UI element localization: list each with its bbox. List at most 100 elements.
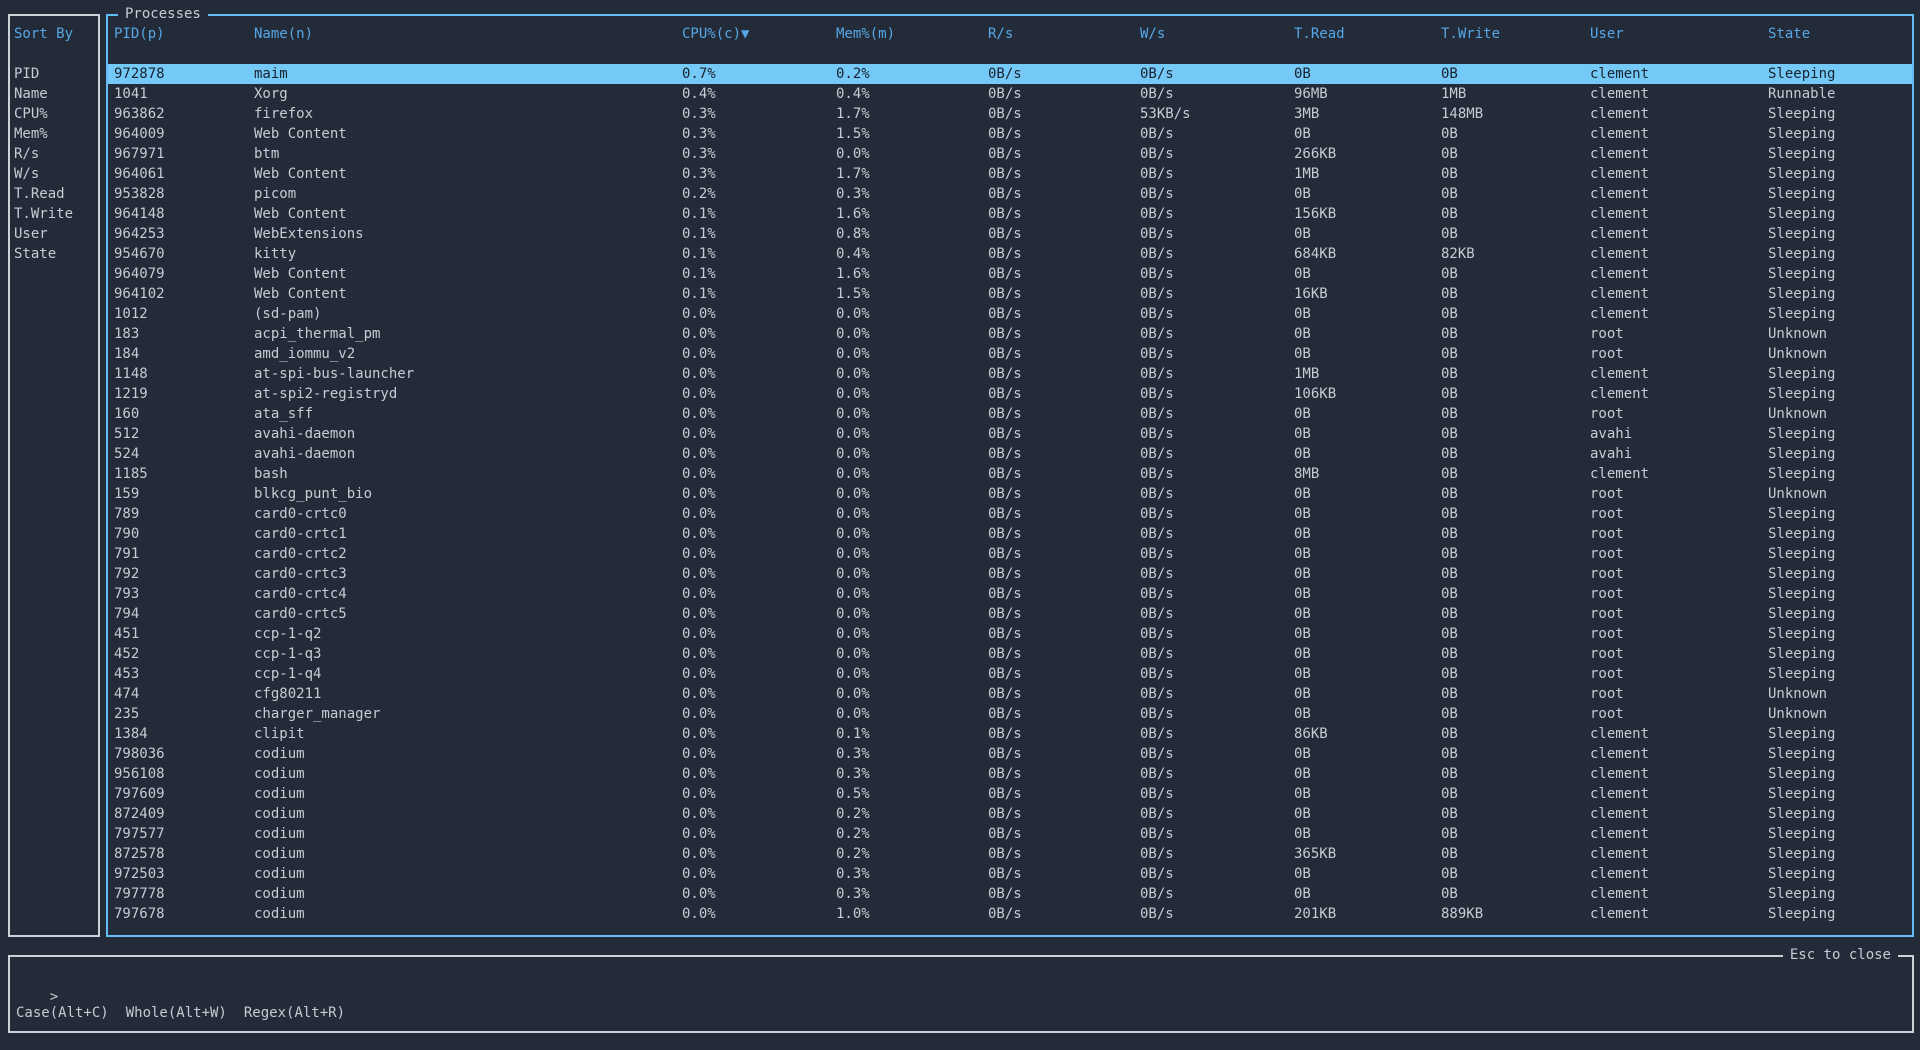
column-header-cpu[interactable]: CPU%(c)▼ bbox=[682, 24, 749, 44]
table-row[interactable]: 954670kitty0.1%0.4%0B/s0B/s684KB82KBclem… bbox=[108, 244, 1912, 264]
cell-cpu: 0.0% bbox=[682, 704, 716, 724]
cell-name: Web Content bbox=[254, 204, 347, 224]
table-row[interactable]: 1148at-spi-bus-launcher0.0%0.0%0B/s0B/s1… bbox=[108, 364, 1912, 384]
column-header-wps[interactable]: W/s bbox=[1140, 24, 1165, 44]
cell-cpu: 0.0% bbox=[682, 724, 716, 744]
cell-name: codium bbox=[254, 744, 305, 764]
column-header-name[interactable]: Name(n) bbox=[254, 24, 313, 44]
table-row[interactable]: 956108codium0.0%0.3%0B/s0B/s0B0BclementS… bbox=[108, 764, 1912, 784]
table-row[interactable]: 972503codium0.0%0.3%0B/s0B/s0B0BclementS… bbox=[108, 864, 1912, 884]
table-row[interactable]: 791card0-crtc20.0%0.0%0B/s0B/s0B0BrootSl… bbox=[108, 544, 1912, 564]
table-row[interactable]: 159blkcg_punt_bio0.0%0.0%0B/s0B/s0B0Broo… bbox=[108, 484, 1912, 504]
cell-rps: 0B/s bbox=[988, 844, 1022, 864]
cell-name: acpi_thermal_pm bbox=[254, 324, 380, 344]
table-row[interactable]: 789card0-crtc00.0%0.0%0B/s0B/s0B0BrootSl… bbox=[108, 504, 1912, 524]
cell-user: clement bbox=[1590, 64, 1649, 84]
search-input[interactable]: > bbox=[16, 967, 67, 987]
cell-name: card0-crtc4 bbox=[254, 584, 347, 604]
table-row[interactable]: 474cfg802110.0%0.0%0B/s0B/s0B0BrootUnkno… bbox=[108, 684, 1912, 704]
sort-item-t-write[interactable]: T.Write bbox=[14, 204, 73, 224]
column-header-mem[interactable]: Mem%(m) bbox=[836, 24, 895, 44]
column-header-user[interactable]: User bbox=[1590, 24, 1624, 44]
table-row[interactable]: 792card0-crtc30.0%0.0%0B/s0B/s0B0BrootSl… bbox=[108, 564, 1912, 584]
cell-wps: 0B/s bbox=[1140, 564, 1174, 584]
table-row[interactable]: 1041Xorg0.4%0.4%0B/s0B/s96MB1MBclementRu… bbox=[108, 84, 1912, 104]
table-row[interactable]: 452ccp-1-q30.0%0.0%0B/s0B/s0B0BrootSleep… bbox=[108, 644, 1912, 664]
table-row[interactable]: 524avahi-daemon0.0%0.0%0B/s0B/s0B0Bavahi… bbox=[108, 444, 1912, 464]
table-row[interactable]: 453ccp-1-q40.0%0.0%0B/s0B/s0B0BrootSleep… bbox=[108, 664, 1912, 684]
table-row[interactable]: 160ata_sff0.0%0.0%0B/s0B/s0B0BrootUnknow… bbox=[108, 404, 1912, 424]
cell-user: clement bbox=[1590, 784, 1649, 804]
table-row[interactable]: 964148Web Content0.1%1.6%0B/s0B/s156KB0B… bbox=[108, 204, 1912, 224]
cell-wps: 0B/s bbox=[1140, 864, 1174, 884]
table-row[interactable]: 963862firefox0.3%1.7%0B/s53KB/s3MB148MBc… bbox=[108, 104, 1912, 124]
table-row[interactable]: 794card0-crtc50.0%0.0%0B/s0B/s0B0BrootSl… bbox=[108, 604, 1912, 624]
cell-rps: 0B/s bbox=[988, 184, 1022, 204]
sort-item-r-s[interactable]: R/s bbox=[14, 144, 39, 164]
table-row[interactable]: 797778codium0.0%0.3%0B/s0B/s0B0BclementS… bbox=[108, 884, 1912, 904]
table-row[interactable]: 797609codium0.0%0.5%0B/s0B/s0B0BclementS… bbox=[108, 784, 1912, 804]
cell-rps: 0B/s bbox=[988, 624, 1022, 644]
table-row[interactable]: 964102Web Content0.1%1.5%0B/s0B/s16KB0Bc… bbox=[108, 284, 1912, 304]
search-option-regex[interactable]: Regex(Alt+R) bbox=[244, 1003, 345, 1023]
sort-item-pid[interactable]: PID bbox=[14, 64, 39, 84]
table-row[interactable]: 183acpi_thermal_pm0.0%0.0%0B/s0B/s0B0Bro… bbox=[108, 324, 1912, 344]
sort-item-t-read[interactable]: T.Read bbox=[14, 184, 65, 204]
table-row[interactable]: 793card0-crtc40.0%0.0%0B/s0B/s0B0BrootSl… bbox=[108, 584, 1912, 604]
table-row[interactable]: 964253WebExtensions0.1%0.8%0B/s0B/s0B0Bc… bbox=[108, 224, 1912, 244]
table-row[interactable]: 1012(sd-pam)0.0%0.0%0B/s0B/s0B0BclementS… bbox=[108, 304, 1912, 324]
search-option-case[interactable]: Case(Alt+C) bbox=[16, 1003, 109, 1023]
table-row[interactable]: 798036codium0.0%0.3%0B/s0B/s0B0BclementS… bbox=[108, 744, 1912, 764]
cell-state: Sleeping bbox=[1768, 884, 1835, 904]
cell-tread: 0B bbox=[1294, 264, 1311, 284]
table-row[interactable]: 797678codium0.0%1.0%0B/s0B/s201KB889KBcl… bbox=[108, 904, 1912, 924]
cell-pid: 1384 bbox=[114, 724, 148, 744]
table-row[interactable]: 235charger_manager0.0%0.0%0B/s0B/s0B0Bro… bbox=[108, 704, 1912, 724]
sort-item-user[interactable]: User bbox=[14, 224, 48, 244]
table-row[interactable]: 1384clipit0.0%0.1%0B/s0B/s86KB0BclementS… bbox=[108, 724, 1912, 744]
table-row[interactable]: 184amd_iommu_v20.0%0.0%0B/s0B/s0B0BrootU… bbox=[108, 344, 1912, 364]
cell-user: clement bbox=[1590, 304, 1649, 324]
table-row[interactable]: 451ccp-1-q20.0%0.0%0B/s0B/s0B0BrootSleep… bbox=[108, 624, 1912, 644]
table-row[interactable]: 964009Web Content0.3%1.5%0B/s0B/s0B0Bcle… bbox=[108, 124, 1912, 144]
table-row[interactable]: 1185bash0.0%0.0%0B/s0B/s8MB0BclementSlee… bbox=[108, 464, 1912, 484]
cell-twrite: 0B bbox=[1441, 64, 1458, 84]
table-row[interactable]: 790card0-crtc10.0%0.0%0B/s0B/s0B0BrootSl… bbox=[108, 524, 1912, 544]
table-row[interactable]: 872578codium0.0%0.2%0B/s0B/s365KB0Bcleme… bbox=[108, 844, 1912, 864]
column-header-pid[interactable]: PID(p) bbox=[114, 24, 165, 44]
table-row[interactable]: 972878maim0.7%0.2%0B/s0B/s0B0BclementSle… bbox=[108, 64, 1912, 84]
column-header-rps[interactable]: R/s bbox=[988, 24, 1013, 44]
table-row[interactable]: 953828picom0.2%0.3%0B/s0B/s0B0BclementSl… bbox=[108, 184, 1912, 204]
table-row[interactable]: 512avahi-daemon0.0%0.0%0B/s0B/s0B0Bavahi… bbox=[108, 424, 1912, 444]
cell-pid: 964009 bbox=[114, 124, 165, 144]
column-header-tread[interactable]: T.Read bbox=[1294, 24, 1345, 44]
cell-pid: 797678 bbox=[114, 904, 165, 924]
cell-pid: 512 bbox=[114, 424, 139, 444]
table-row[interactable]: 1219at-spi2-registryd0.0%0.0%0B/s0B/s106… bbox=[108, 384, 1912, 404]
sort-item-cpu-[interactable]: CPU% bbox=[14, 104, 48, 124]
table-row[interactable]: 967971btm0.3%0.0%0B/s0B/s266KB0BclementS… bbox=[108, 144, 1912, 164]
cell-twrite: 0B bbox=[1441, 344, 1458, 364]
cell-user: clement bbox=[1590, 224, 1649, 244]
sort-item-w-s[interactable]: W/s bbox=[14, 164, 39, 184]
table-row[interactable]: 964061Web Content0.3%1.7%0B/s0B/s1MB0Bcl… bbox=[108, 164, 1912, 184]
cell-wps: 0B/s bbox=[1140, 784, 1174, 804]
cell-pid: 872578 bbox=[114, 844, 165, 864]
cell-pid: 474 bbox=[114, 684, 139, 704]
cell-rps: 0B/s bbox=[988, 124, 1022, 144]
sort-item-mem-[interactable]: Mem% bbox=[14, 124, 48, 144]
sort-item-state[interactable]: State bbox=[14, 244, 56, 264]
table-row[interactable]: 964079Web Content0.1%1.6%0B/s0B/s0B0Bcle… bbox=[108, 264, 1912, 284]
column-header-twrite[interactable]: T.Write bbox=[1441, 24, 1500, 44]
search-option-whole[interactable]: Whole(Alt+W) bbox=[126, 1003, 227, 1023]
table-row[interactable]: 872409codium0.0%0.2%0B/s0B/s0B0BclementS… bbox=[108, 804, 1912, 824]
cell-cpu: 0.3% bbox=[682, 104, 716, 124]
cell-wps: 0B/s bbox=[1140, 164, 1174, 184]
column-header-state[interactable]: State bbox=[1768, 24, 1810, 44]
cell-mem: 0.4% bbox=[836, 244, 870, 264]
cell-user: root bbox=[1590, 344, 1624, 364]
sort-item-name[interactable]: Name bbox=[14, 84, 48, 104]
cell-twrite: 0B bbox=[1441, 204, 1458, 224]
cell-name: card0-crtc2 bbox=[254, 544, 347, 564]
table-row[interactable]: 797577codium0.0%0.2%0B/s0B/s0B0BclementS… bbox=[108, 824, 1912, 844]
